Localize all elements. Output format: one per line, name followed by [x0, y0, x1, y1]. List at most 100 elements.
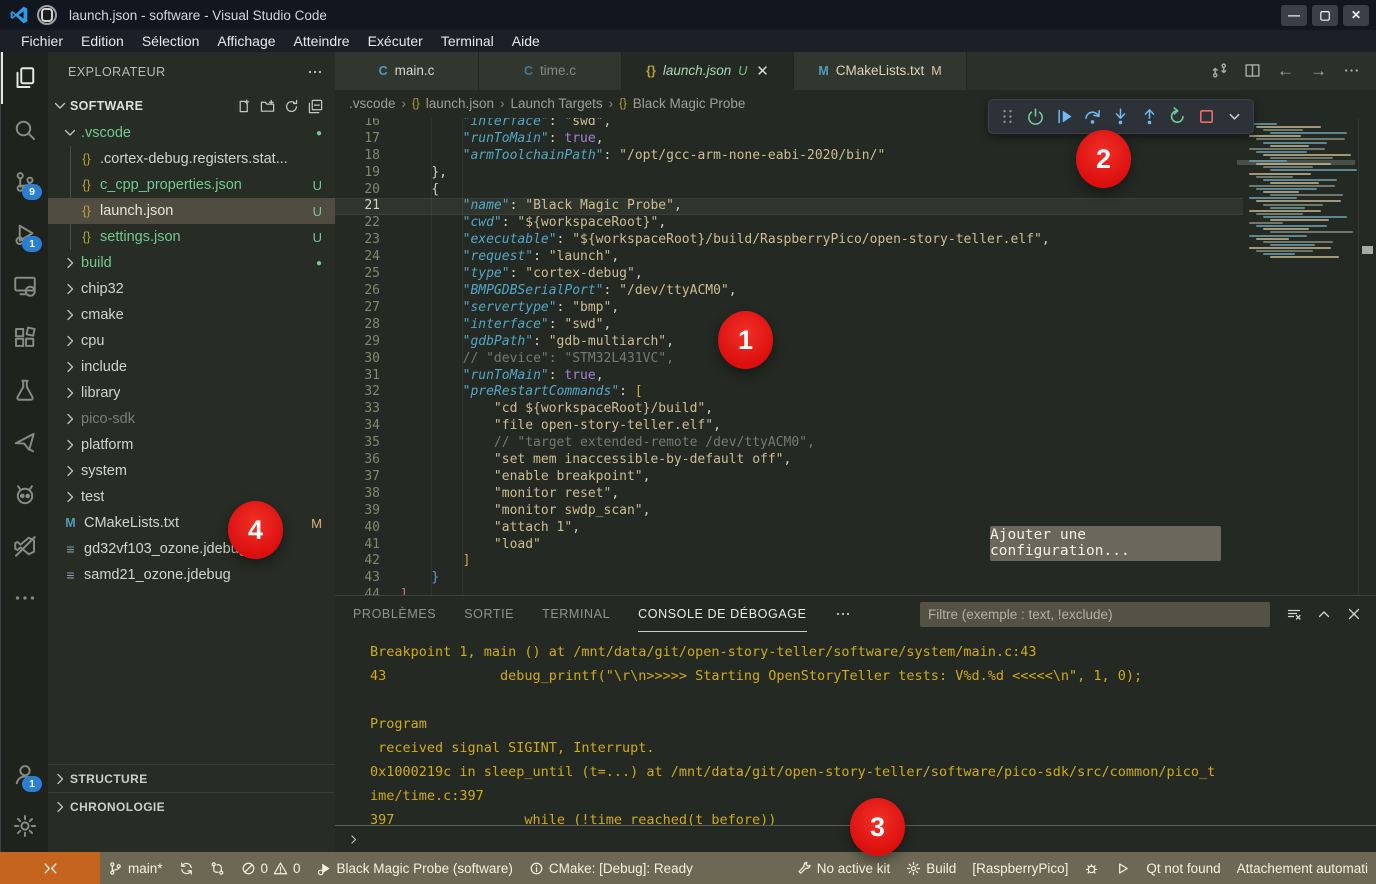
breadcrumb-item[interactable]: launch.json [426, 96, 494, 111]
tree-item-cmake[interactable]: cmake [48, 302, 335, 328]
menu-edition[interactable]: Edition [72, 33, 133, 49]
more-actions-icon[interactable] [1343, 62, 1360, 79]
launch-button[interactable] [1021, 103, 1049, 131]
activity-remote-explorer[interactable] [1, 260, 48, 312]
maximize-button[interactable]: ▢ [1312, 5, 1338, 26]
status-debug-target[interactable]: Black Magic Probe (software) [309, 852, 521, 884]
activity-tools-extension[interactable] [1, 416, 48, 468]
session-dropdown-button[interactable] [1221, 103, 1249, 131]
menu-sélection[interactable]: Sélection [133, 33, 209, 49]
menu-affichage[interactable]: Affichage [208, 33, 284, 49]
activity-settings[interactable] [1, 800, 48, 852]
menu-aide[interactable]: Aide [503, 33, 549, 49]
tree-item-build[interactable]: build● [48, 250, 335, 276]
status-git-branch[interactable]: main* [100, 852, 171, 884]
stop-button[interactable] [1192, 103, 1220, 131]
console-filter-input[interactable]: Filtre (exemple : text, !exclude) [920, 602, 1270, 627]
activity-robot-extension[interactable] [1, 468, 48, 520]
section-structure[interactable]: STRUCTURE [48, 764, 335, 792]
newfile-icon[interactable] [236, 99, 251, 114]
menu-fichier[interactable]: Fichier [12, 33, 72, 49]
status-target[interactable]: [RaspberryPico] [964, 852, 1076, 884]
activity-more[interactable] [1, 572, 48, 624]
panel-tab-console-de-d-bogage[interactable]: CONSOLE DE DÉBOGAGE [638, 597, 806, 632]
status-cmake-status[interactable]: CMake: [Debug]: Ready [521, 852, 701, 884]
continue-button[interactable] [1050, 103, 1078, 131]
minimize-button[interactable]: — [1281, 5, 1307, 26]
panel-tab-probl-mes[interactable]: PROBLÈMES [353, 597, 436, 632]
status-kit[interactable]: No active kit [789, 852, 899, 884]
status-run-icon[interactable] [1107, 852, 1138, 884]
breadcrumb-item[interactable]: Launch Targets [511, 96, 603, 111]
navigate-back-icon[interactable]: ← [1277, 61, 1294, 81]
step-into-button[interactable] [1107, 103, 1135, 131]
folder-section-header[interactable]: SOFTWARE [48, 92, 335, 120]
code-editor[interactable]: 1617181920212223242526272829303132333435… [335, 118, 1376, 595]
panel-more-icon[interactable] [835, 597, 851, 632]
menu-terminal[interactable]: Terminal [432, 33, 503, 49]
tree-item-include[interactable]: include [48, 354, 335, 380]
tree-item-c-cpp-properties-json[interactable]: {}c_cpp_properties.jsonU [48, 172, 335, 198]
open-changes-icon[interactable] [1211, 62, 1228, 79]
maximize-panel-icon[interactable] [1316, 606, 1332, 622]
status-problems[interactable]: 00 [233, 852, 309, 884]
tree-item-launch-json[interactable]: {}launch.jsonU [48, 198, 335, 224]
tree-item-settings-json[interactable]: {}settings.jsonU [48, 224, 335, 250]
refresh-icon[interactable] [284, 99, 299, 114]
newfolder-icon[interactable] [260, 99, 275, 114]
menu-exécuter[interactable]: Exécuter [359, 33, 432, 49]
sidebar-more-icon[interactable] [307, 64, 323, 80]
tab-cmakelists-txt[interactable]: MCMakeLists.txtM [794, 52, 967, 90]
menu-atteindre[interactable]: Atteindre [285, 33, 359, 49]
tree-item-chip32[interactable]: chip32 [48, 276, 335, 302]
step-over-button[interactable] [1078, 103, 1106, 131]
activity-run-and-debug[interactable]: 1 [1, 208, 48, 260]
activity-vs-extension[interactable] [1, 520, 48, 572]
tree-item-samd21-ozone-jdebug[interactable]: ≡samd21_ozone.jdebug [48, 562, 335, 588]
filter-icon[interactable] [1286, 606, 1302, 622]
breadcrumb-item[interactable]: Black Magic Probe [633, 96, 746, 111]
activity-source-control[interactable]: 9 [1, 156, 48, 208]
status-git-compare[interactable] [202, 852, 233, 884]
close-button[interactable]: ✕ [1343, 5, 1369, 26]
editor-scrollbar[interactable] [1358, 118, 1376, 595]
close-panel-icon[interactable] [1346, 606, 1362, 622]
activity-account[interactable]: 1 [1, 748, 48, 800]
tree-item-platform[interactable]: platform [48, 432, 335, 458]
tree-item-cmakelists-txt[interactable]: MCMakeLists.txtM [48, 510, 335, 536]
tree-item--vscode[interactable]: .vscode● [48, 120, 335, 146]
status-build[interactable]: Build [898, 852, 964, 884]
panel-tab-sortie[interactable]: SORTIE [464, 597, 514, 632]
status-qt[interactable]: Qt not found [1138, 852, 1228, 884]
status-debug-icon[interactable] [1076, 852, 1107, 884]
split-editor-icon[interactable] [1244, 62, 1261, 79]
tree-item-pico-sdk[interactable]: pico-sdk [48, 406, 335, 432]
compare-icon [210, 861, 225, 876]
activity-explorer[interactable] [1, 52, 48, 104]
section-chronologie[interactable]: CHRONOLOGIE [48, 792, 335, 820]
tree-item-gd32vf103-ozone-jdebug[interactable]: ≡gd32vf103_ozone.jdebug [48, 536, 335, 562]
step-out-button[interactable] [1135, 103, 1163, 131]
tree-item-test[interactable]: test [48, 484, 335, 510]
minimap[interactable] [1243, 118, 1355, 595]
breadcrumb-item[interactable]: .vscode [349, 96, 396, 111]
close-tab-icon[interactable]: ✕ [756, 62, 769, 80]
tab-main-c[interactable]: Cmain.c [335, 52, 479, 90]
status-sync[interactable] [171, 852, 202, 884]
panel-tab-terminal[interactable]: TERMINAL [542, 597, 610, 632]
activity-extensions[interactable] [1, 312, 48, 364]
remote-indicator[interactable] [0, 852, 100, 884]
tree-item-library[interactable]: library [48, 380, 335, 406]
collapse-icon[interactable] [308, 99, 323, 114]
navigate-forward-icon[interactable]: → [1310, 61, 1327, 81]
activity-search[interactable] [1, 104, 48, 156]
tab-launch-json[interactable]: {}launch.jsonU✕ [622, 52, 794, 90]
activity-testing[interactable] [1, 364, 48, 416]
tree-item-cpu[interactable]: cpu [48, 328, 335, 354]
tree-item--cortex-debug-registers-stat-[interactable]: {}.cortex-debug.registers.stat... [48, 146, 335, 172]
tree-item-system[interactable]: system [48, 458, 335, 484]
status-auto-attach[interactable]: Attachement automati [1229, 852, 1376, 884]
restart-button[interactable] [1164, 103, 1192, 131]
add-configuration-button[interactable]: Ajouter une configuration... [990, 526, 1221, 561]
tab-time-c[interactable]: Ctime.c [479, 52, 622, 90]
